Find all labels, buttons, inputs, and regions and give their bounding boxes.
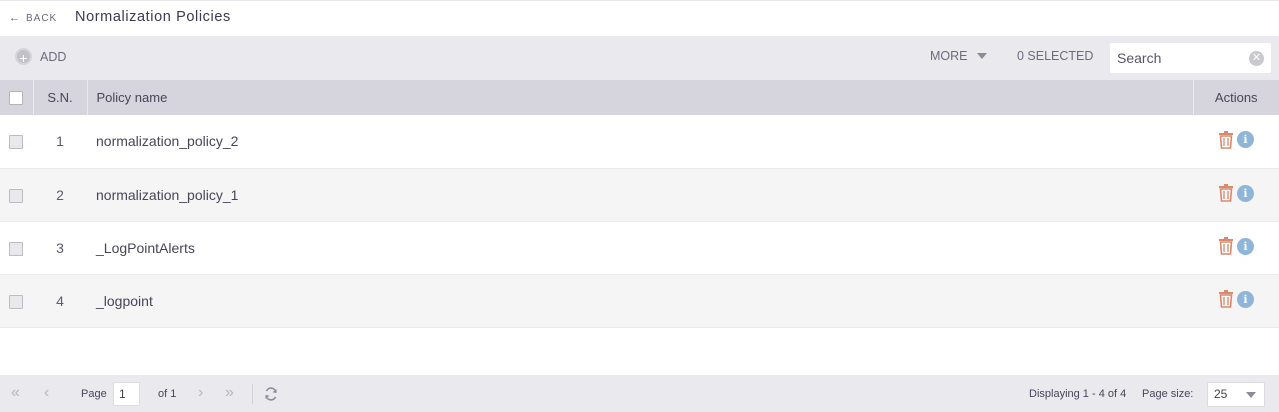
row-sn: 2 <box>33 168 87 222</box>
policy-table: S.N. Policy name Actions 1 normalization… <box>0 80 1279 328</box>
row-policy-name: _logpoint <box>87 274 1193 328</box>
select-all-checkbox[interactable] <box>9 91 23 106</box>
row-policy-name: normalization_policy_1 <box>87 168 1193 222</box>
row-check-cell <box>0 168 33 222</box>
page-label: Page <box>81 388 107 400</box>
more-dropdown[interactable]: MORE <box>930 49 987 63</box>
top-bar: ← BACK Normalization Policies <box>0 0 1279 36</box>
row-checkbox[interactable] <box>9 188 23 203</box>
next-page-icon[interactable]: › <box>198 385 203 401</box>
info-icon[interactable]: i <box>1237 184 1254 202</box>
table-row[interactable]: 4 _logpoint i <box>0 274 1279 328</box>
back-label: BACK <box>26 12 58 24</box>
row-actions: i <box>1193 221 1279 275</box>
row-checkbox[interactable] <box>9 241 23 256</box>
row-checkbox[interactable] <box>9 294 23 309</box>
toolbar: + ADD MORE 0 SELECTED ✕ <box>0 36 1279 80</box>
display-info: Displaying 1 - 4 of 4 <box>1029 388 1127 400</box>
plus-circle-icon: + <box>15 48 32 66</box>
row-sn: 3 <box>33 221 87 275</box>
row-check-cell <box>0 274 33 328</box>
clear-search-icon[interactable]: ✕ <box>1249 51 1264 66</box>
pagination-divider <box>252 384 253 404</box>
caret-down-icon <box>976 53 987 59</box>
page-number-input[interactable]: 1 <box>113 382 140 406</box>
trash-icon[interactable] <box>1218 290 1234 308</box>
row-sn: 4 <box>33 274 87 328</box>
first-page-icon[interactable]: « <box>11 385 20 401</box>
page-count-label: of 1 <box>158 388 177 400</box>
column-header-sn[interactable]: S.N. <box>33 80 88 115</box>
table-header-row: S.N. Policy name Actions <box>0 80 1279 115</box>
add-label: ADD <box>40 49 67 64</box>
row-checkbox[interactable] <box>9 135 23 150</box>
pagination-bar: « ‹ Page 1 of 1 › » Displaying 1 - 4 of … <box>0 375 1279 412</box>
table-row[interactable]: 1 normalization_policy_2 i <box>0 115 1279 169</box>
search-box: ✕ <box>1110 43 1271 73</box>
row-check-cell <box>0 115 33 169</box>
column-header-actions: Actions <box>1214 90 1258 105</box>
info-icon[interactable]: i <box>1237 290 1254 308</box>
caret-down-icon <box>1246 392 1256 398</box>
prev-page-icon[interactable]: ‹ <box>44 385 49 401</box>
info-icon[interactable]: i <box>1237 131 1254 149</box>
refresh-icon[interactable] <box>264 387 278 401</box>
back-button[interactable]: ← BACK <box>9 12 57 24</box>
row-policy-name: normalization_policy_2 <box>87 115 1193 169</box>
page-size-select[interactable]: 25 <box>1207 382 1265 407</box>
row-actions: i <box>1193 168 1279 222</box>
column-header-policy-name[interactable]: Policy name <box>87 80 1194 115</box>
table-row[interactable]: 2 normalization_policy_1 i <box>0 168 1279 222</box>
trash-icon[interactable] <box>1218 237 1234 255</box>
selected-count: 0 SELECTED <box>1017 49 1094 63</box>
add-button[interactable]: + ADD <box>15 48 67 66</box>
row-policy-name: _LogPointAlerts <box>87 221 1193 275</box>
page-size-value: 25 <box>1214 387 1228 401</box>
more-label: MORE <box>930 49 968 63</box>
info-icon[interactable]: i <box>1237 237 1254 255</box>
select-all-cell <box>0 80 34 115</box>
page-title: Normalization Policies <box>75 9 231 25</box>
last-page-icon[interactable]: » <box>225 385 234 401</box>
trash-icon[interactable] <box>1218 184 1234 202</box>
arrow-left-icon: ← <box>9 12 21 24</box>
page-size-label: Page size: <box>1142 388 1194 400</box>
row-sn: 1 <box>33 115 87 169</box>
row-check-cell <box>0 221 33 275</box>
row-actions: i <box>1193 274 1279 328</box>
trash-icon[interactable] <box>1218 130 1234 149</box>
table-row[interactable]: 3 _LogPointAlerts i <box>0 221 1279 275</box>
row-actions: i <box>1193 115 1279 169</box>
search-input[interactable] <box>1110 43 1245 73</box>
